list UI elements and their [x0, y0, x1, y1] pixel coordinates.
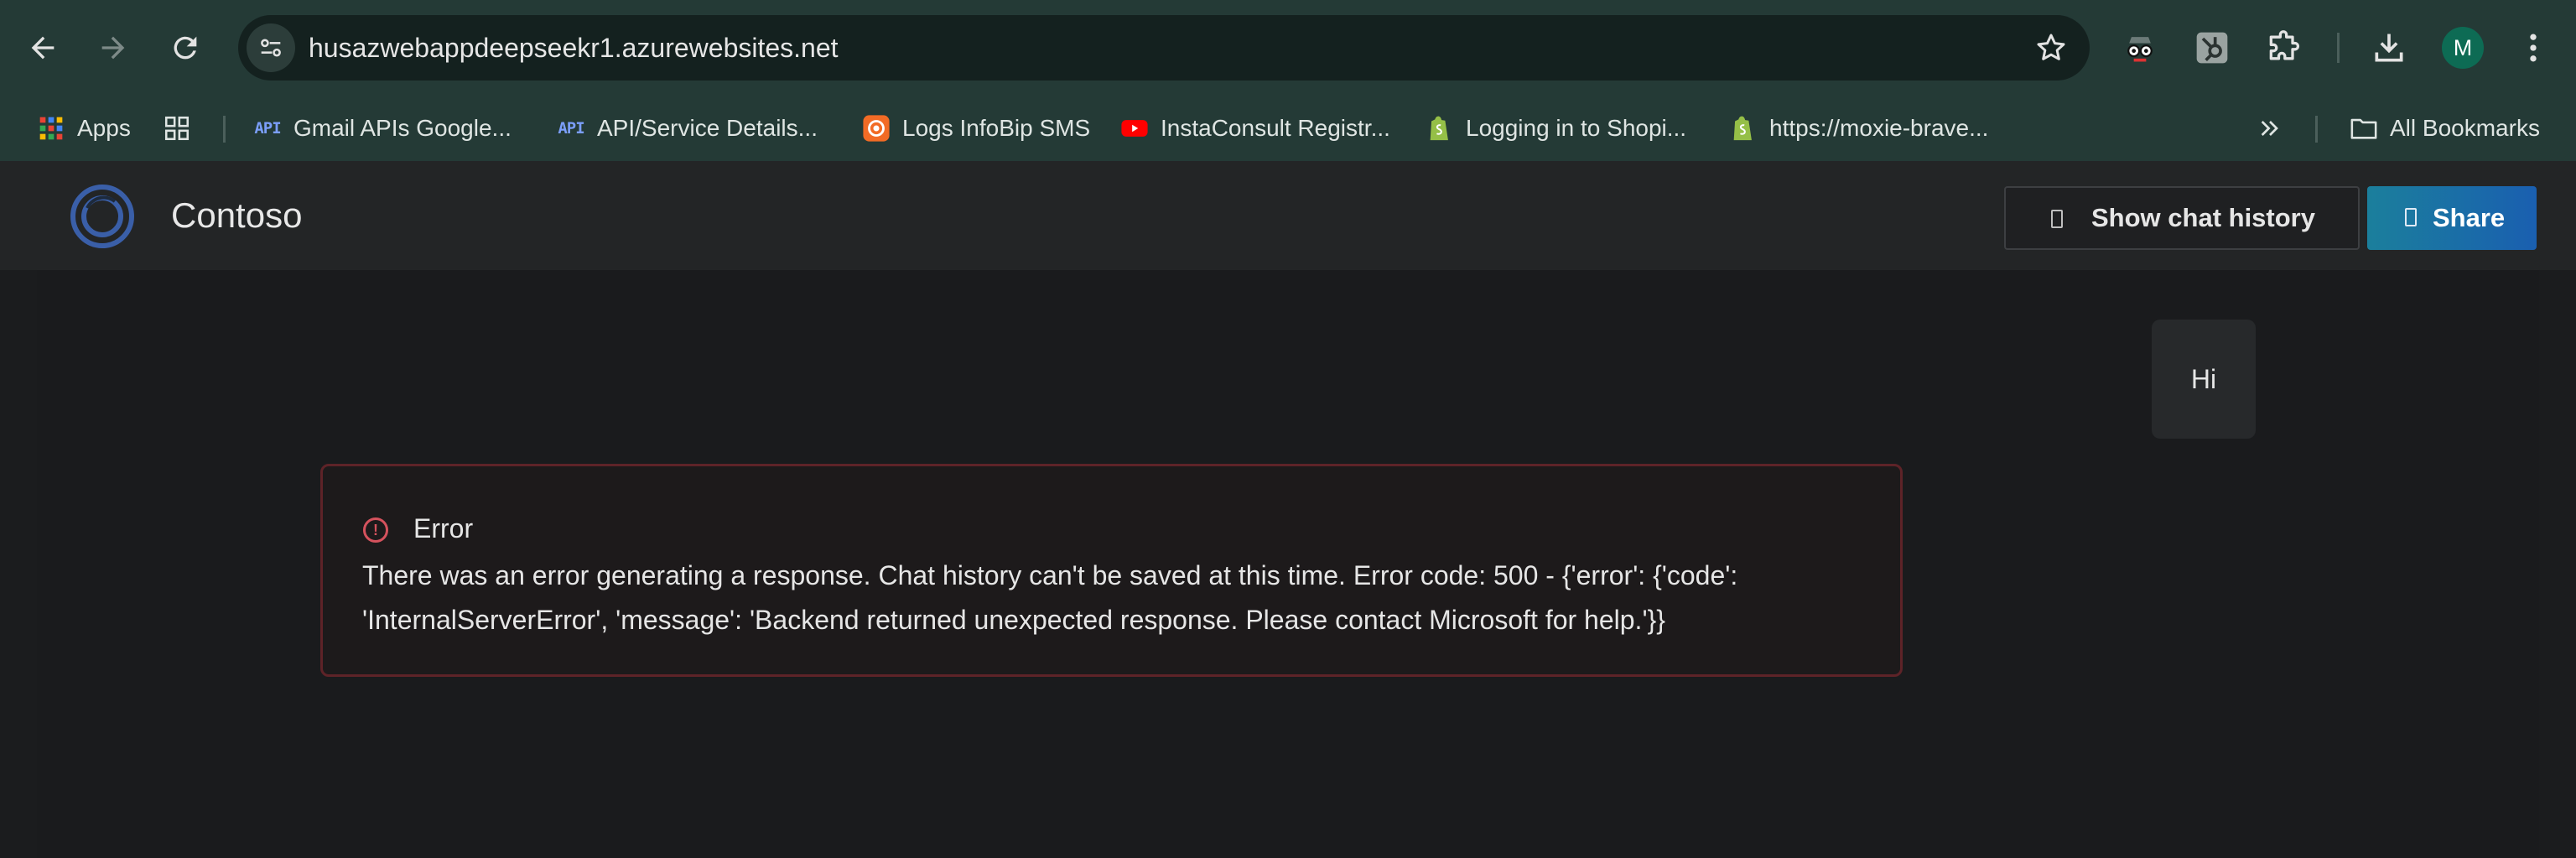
- error-title: Error: [413, 513, 474, 543]
- all-bookmarks-folder[interactable]: All Bookmarks: [2350, 107, 2540, 149]
- reload-button[interactable]: [159, 22, 211, 74]
- bookmarks-divider: [2315, 116, 2318, 143]
- bookmark-label: Apps: [77, 115, 131, 141]
- back-icon: [31, 36, 55, 60]
- show-chat-history-button[interactable]: Show chat history: [2004, 186, 2360, 250]
- bookmarks-overflow-button[interactable]: [2256, 107, 2296, 149]
- hubspot-icon: [2196, 32, 2228, 64]
- site-info-icon: [261, 39, 281, 57]
- profile-avatar[interactable]: M: [2442, 27, 2484, 69]
- back-button[interactable]: [17, 22, 69, 74]
- bookmark-label: https://moxie-brave...: [1769, 115, 1989, 141]
- browser-chrome: husazwebappdeepseekr1.azurewebsites.net: [0, 0, 2576, 161]
- reload-icon: [174, 36, 197, 60]
- error-icon: !: [363, 517, 388, 543]
- bookmark-shopify-login[interactable]: Logging in to Shopi...: [1426, 107, 1686, 149]
- double-chevron-right-icon: [2256, 114, 2284, 143]
- apps-grid-icon: [37, 114, 65, 143]
- puzzle-icon: [2269, 30, 2300, 60]
- toolbar-divider: [2337, 33, 2340, 63]
- api-favicon: API: [254, 119, 281, 138]
- bookmark-instaconsult[interactable]: InstaConsult Registr...: [1120, 107, 1390, 149]
- bookmark-label: Gmail APIs Google...: [293, 115, 512, 141]
- forward-icon: [101, 36, 125, 60]
- more-vert-icon: [2530, 34, 2537, 62]
- bookmark-label: Logging in to Shopi...: [1466, 115, 1687, 141]
- bookmark-apps[interactable]: Apps: [37, 107, 131, 149]
- youtube-icon: [1120, 114, 1149, 143]
- url-text[interactable]: husazwebappdeepseekr1.azurewebsites.net: [309, 15, 839, 81]
- bookmark-label: Logs InfoBip SMS: [902, 115, 1091, 141]
- error-message-card: ! Error There was an error generating a …: [320, 464, 1903, 677]
- bookmark-label: API/Service Details...: [597, 115, 818, 141]
- forward-button[interactable]: [87, 22, 139, 74]
- share-button[interactable]: Share: [2367, 186, 2537, 250]
- spy-extension-icon: [2127, 37, 2153, 62]
- bookmark-label: All Bookmarks: [2390, 115, 2540, 141]
- infobip-icon: [862, 114, 891, 143]
- tab-groups-icon: [163, 114, 191, 143]
- contoso-logo-icon: [70, 185, 134, 248]
- user-message-bubble: Hi: [2152, 320, 2256, 439]
- bookmark-star-button[interactable]: [2031, 28, 2071, 68]
- api-favicon: API: [558, 119, 584, 138]
- bookmark-logs-infobip[interactable]: Logs InfoBip SMS: [862, 107, 1090, 149]
- error-message-text: There was an error generating a response…: [362, 560, 1738, 635]
- browser-menu-button[interactable]: [2509, 23, 2558, 72]
- share-label: Share: [2433, 203, 2506, 232]
- extensions-button[interactable]: [2259, 23, 2308, 72]
- address-bar[interactable]: husazwebappdeepseekr1.azurewebsites.net: [238, 15, 2090, 81]
- bookmarks-divider: [223, 116, 226, 143]
- folder-icon: [2350, 114, 2378, 143]
- download-icon: [2375, 34, 2403, 62]
- spy-extension-button[interactable]: [2116, 23, 2164, 72]
- browser-toolbar: husazwebappdeepseekr1.azurewebsites.net: [0, 0, 2576, 96]
- bookmark-api-service-details[interactable]: API API/Service Details...: [557, 107, 818, 149]
- downloads-button[interactable]: [2365, 23, 2413, 72]
- bookmarks-bar: Apps API Gmail APIs Google... API API/Se…: [0, 96, 2576, 161]
- tab-groups-button[interactable]: [163, 107, 203, 149]
- bookmark-moxie-brave[interactable]: https://moxie-brave...: [1729, 107, 1988, 149]
- shopify-icon: [1426, 114, 1454, 143]
- hubspot-extension-button[interactable]: [2188, 23, 2236, 72]
- star-icon: [2037, 34, 2065, 60]
- app-title: Contoso: [171, 195, 303, 235]
- app-header: Contoso Show chat history Share: [0, 161, 2576, 270]
- share-icon: [2405, 208, 2417, 226]
- history-icon: [2051, 210, 2063, 228]
- bookmark-label: InstaConsult Registr...: [1161, 115, 1390, 141]
- shopify-icon: [1729, 114, 1758, 143]
- bookmark-gmail-apis[interactable]: API Gmail APIs Google...: [253, 107, 512, 149]
- site-info-button[interactable]: [247, 23, 295, 72]
- show-chat-history-label: Show chat history: [2091, 203, 2315, 232]
